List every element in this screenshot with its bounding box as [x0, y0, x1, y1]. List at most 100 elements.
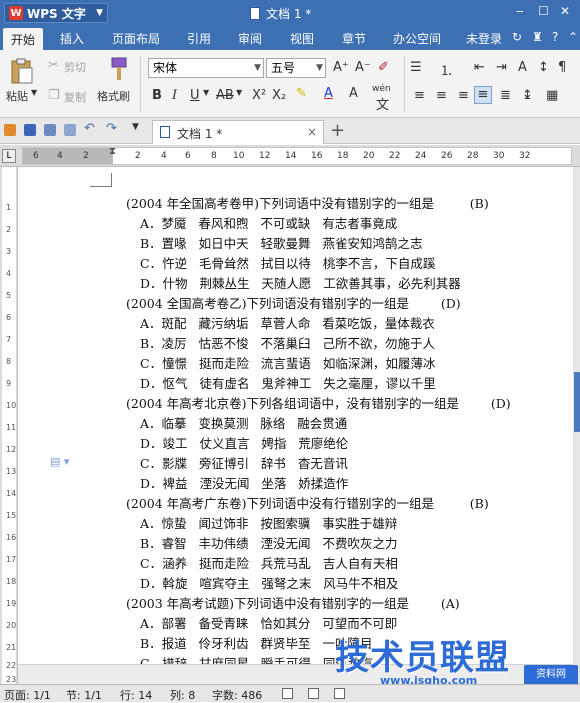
print-icon[interactable]: [44, 124, 56, 136]
tab-review[interactable]: 审阅: [238, 30, 262, 47]
tab-view[interactable]: 视图: [290, 30, 314, 47]
option-line[interactable]: D．竣工 仗义直言 娉指 荒廖绝伦: [140, 433, 348, 452]
grow-font-icon[interactable]: A⁺: [333, 60, 349, 75]
strikethrough-icon[interactable]: AB: [216, 88, 234, 103]
cut-button[interactable]: 剪切: [64, 59, 86, 75]
shrink-font-icon[interactable]: A⁻: [355, 60, 371, 75]
format-painter-button[interactable]: 格式刷: [97, 88, 130, 104]
phonetic-guide-label[interactable]: wén: [372, 84, 391, 94]
paste-icon[interactable]: [8, 58, 34, 84]
option-line[interactable]: A．梦魇 春风和煦 不可或缺 有志者事竟成: [140, 213, 397, 232]
tab-references[interactable]: 引用: [187, 30, 211, 47]
format-painter-icon[interactable]: [104, 56, 130, 82]
option-line[interactable]: B．睿智 丰功伟绩 湮没无闻 不费吹灰之力: [140, 533, 397, 552]
increase-indent-icon[interactable]: ⇥: [496, 60, 507, 75]
tab-stop-selector[interactable]: L: [2, 149, 16, 163]
page-view-icon[interactable]: [282, 688, 293, 699]
option-line[interactable]: D．什物 荆棘丛生 天随人愿 工欲善其事，必先利其器: [140, 273, 461, 292]
question-line[interactable]: (2004 年高考广东卷)下列词语中没有行错别字的一组是 (B): [126, 493, 489, 512]
show-marks-icon[interactable]: ¶: [558, 60, 566, 75]
option-line[interactable]: C．涵养 挺而走险 兵荒马乱 吉人自有天相: [140, 553, 398, 572]
open-icon[interactable]: [4, 124, 16, 136]
char-shading-icon[interactable]: A: [349, 86, 358, 101]
print-preview-icon[interactable]: [64, 124, 76, 136]
paste-dropdown-icon[interactable]: ▼: [31, 88, 37, 97]
decrease-indent-icon[interactable]: ⇤: [474, 60, 485, 75]
minimize-button[interactable]: ‒: [516, 4, 524, 18]
bold-icon[interactable]: B: [152, 88, 162, 103]
question-line[interactable]: (2003 年高考试题)下列词语中没有错别字的一组是 (A): [126, 593, 460, 612]
distribute-icon[interactable]: ≣: [500, 88, 511, 103]
paragraph-layout-icon[interactable]: ▤ ▾: [50, 455, 69, 468]
font-color-icon[interactable]: A: [324, 86, 333, 101]
save-icon[interactable]: [24, 124, 36, 136]
scrollbar-thumb[interactable]: [574, 372, 580, 432]
chevron-down-icon: ▼: [254, 63, 261, 73]
highlight-icon[interactable]: ✎: [296, 86, 307, 101]
wps-menu-button[interactable]: W WPS 文字 ▼: [4, 3, 108, 23]
vruler-mark: 3: [6, 247, 12, 256]
question-line[interactable]: (2004 全国高考卷乙)下列词语没有错别字的一组是 (D): [126, 293, 461, 312]
option-line[interactable]: D．斡旋 喧宾夺主 强弩之末 风马牛不相及: [140, 573, 398, 592]
tab-office-space[interactable]: 办公空间: [393, 30, 441, 47]
option-line[interactable]: D．裨益 湮没无闻 坐落 娇揉造作: [140, 473, 348, 492]
subscript-icon[interactable]: X₂: [272, 88, 286, 103]
option-line[interactable]: A．斑配 藏污纳垢 草菅人命 看菜吃饭，量体裁衣: [140, 313, 435, 332]
phonetic-guide-icon[interactable]: 文: [376, 94, 389, 113]
undo-icon[interactable]: ↶: [84, 121, 95, 136]
font-size-select[interactable]: 五号 ▼: [266, 58, 326, 78]
outline-view-icon[interactable]: [308, 688, 319, 699]
line-spacing-icon[interactable]: ↨: [522, 88, 533, 103]
clear-format-icon[interactable]: ✐: [378, 60, 389, 75]
justify-icon[interactable]: ≡: [474, 86, 492, 104]
shirt-icon[interactable]: ♜: [532, 30, 543, 44]
question-line[interactable]: (2004 年高考北京卷)下列各组词语中，没有错别字的一组是 (D): [126, 393, 511, 412]
option-line[interactable]: A．惊蛰 闻过饰非 按图索骥 事实胜于雄辩: [140, 513, 397, 532]
help-icon[interactable]: ?: [552, 30, 558, 44]
bullet-list-icon[interactable]: ☰: [410, 60, 422, 75]
option-line[interactable]: C．影牒 旁征博引 辞书 杳无音讯: [140, 453, 348, 472]
copy-button[interactable]: 复制: [64, 89, 86, 105]
option-line[interactable]: D．怄气 徒有虚名 鬼斧神工 失之毫厘，谬以千里: [140, 373, 436, 392]
tab-home[interactable]: 开始: [3, 28, 44, 50]
tab-chapter[interactable]: 章节: [342, 30, 366, 47]
tab-page-layout[interactable]: 页面布局: [112, 30, 160, 47]
redo-icon[interactable]: ↷: [106, 121, 117, 136]
maximize-button[interactable]: ☐: [538, 4, 549, 18]
sort-icon[interactable]: ↕: [538, 60, 549, 75]
option-line[interactable]: C．憧憬 挺而走险 流言蜚语 如临深渊，如履薄冰: [140, 353, 435, 372]
borders-icon[interactable]: ▦: [546, 88, 558, 103]
align-right-icon[interactable]: ≡: [458, 88, 469, 103]
superscript-icon[interactable]: X²: [252, 88, 266, 103]
option-line[interactable]: A．临摹 变换莫测 脉络 融会贯通: [140, 413, 347, 432]
close-button[interactable]: ✕: [560, 4, 570, 18]
chevron-down-icon[interactable]: ▼: [203, 88, 209, 97]
document-tab[interactable]: 文档 1 * ×: [152, 120, 324, 144]
indent-marker-icon[interactable]: ⧗: [109, 146, 116, 157]
close-tab-icon[interactable]: ×: [307, 125, 317, 139]
collapse-icon[interactable]: ⌃: [568, 30, 578, 44]
login-link[interactable]: 未登录: [466, 30, 502, 47]
vertical-scrollbar[interactable]: [573, 167, 580, 684]
horizontal-ruler[interactable]: L 6 4 2 2 4 6 8 10 12 14 16 18 20 22 24 …: [0, 145, 580, 167]
tab-insert[interactable]: 插入: [60, 30, 84, 47]
numbered-list-icon[interactable]: ⒈: [440, 60, 453, 79]
align-left-icon[interactable]: ≡: [414, 88, 425, 103]
refresh-icon[interactable]: ↻: [512, 30, 522, 44]
new-tab-button[interactable]: +: [330, 120, 345, 141]
paste-button[interactable]: 粘贴: [6, 88, 28, 104]
chevron-down-icon[interactable]: ▼: [236, 88, 242, 97]
reading-view-icon[interactable]: [334, 688, 345, 699]
option-line[interactable]: C．忤逆 毛骨耸然 拭目以待 桃李不言，下自成蹊: [140, 253, 435, 272]
italic-icon[interactable]: I: [172, 88, 177, 103]
option-line[interactable]: B．凌厉 怙恶不悛 不落巢臼 己所不欲，勿施于人: [140, 333, 435, 352]
underline-icon[interactable]: U: [190, 88, 200, 103]
customize-quickbar-icon[interactable]: ▼: [132, 122, 139, 132]
font-name-select[interactable]: 宋体 ▼: [148, 58, 264, 78]
align-center-icon[interactable]: ≡: [436, 88, 447, 103]
document-page[interactable]: ▤ ▾ (2004 年全国高考卷甲)下列词语中没有错别字的一组是 (B) A．梦…: [20, 167, 573, 664]
ruler-mark: 30: [493, 151, 505, 161]
option-line[interactable]: B．置喙 如日中天 轻歌曼舞 燕雀安知鸿鹄之志: [140, 233, 422, 252]
question-line[interactable]: (2004 年全国高考卷甲)下列词语中没有错别字的一组是 (B): [126, 193, 489, 212]
chinese-layout-icon[interactable]: A: [518, 60, 527, 75]
